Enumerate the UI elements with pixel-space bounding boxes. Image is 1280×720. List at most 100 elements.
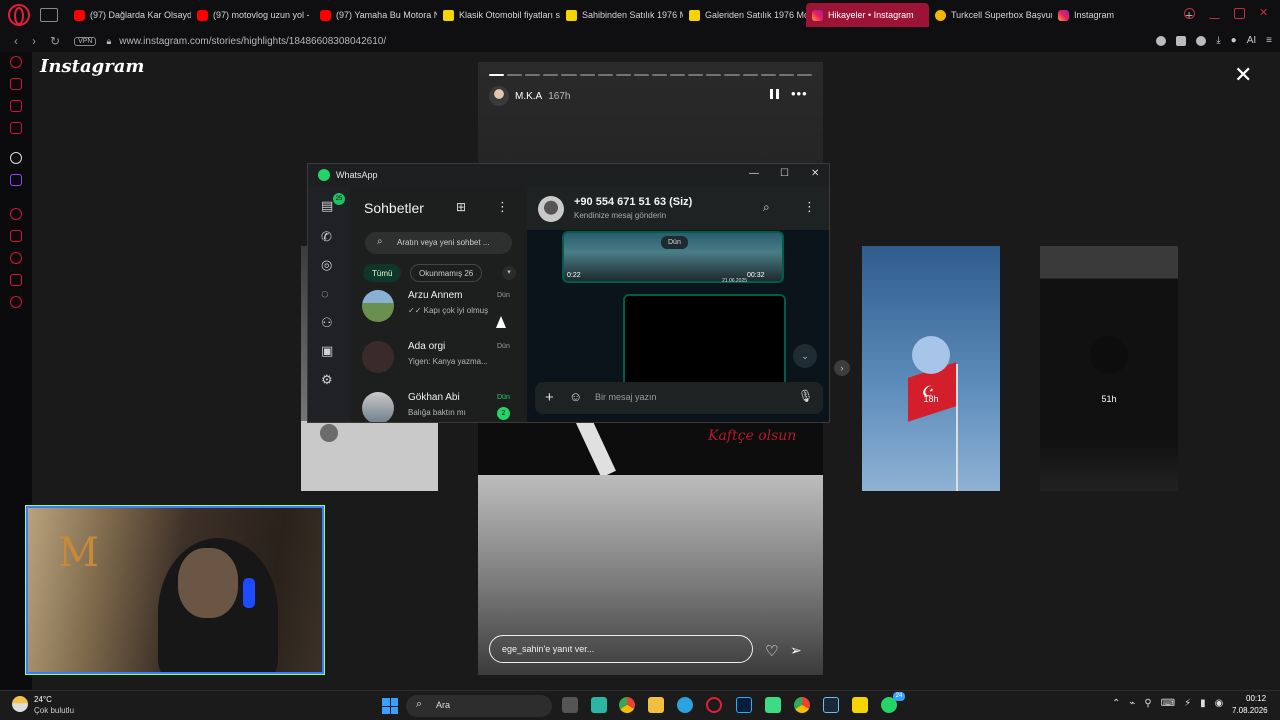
story-user[interactable]: M.K.A 167h: [489, 86, 570, 106]
more-options-icon[interactable]: •••: [791, 86, 808, 101]
calls-icon[interactable]: ✆: [321, 229, 332, 245]
maximize-icon[interactable]: [1234, 8, 1245, 19]
opera-logo-icon[interactable]: [8, 4, 30, 26]
chrome-profile-icon[interactable]: [794, 697, 810, 713]
close-window-icon[interactable]: ✕: [1259, 8, 1270, 19]
chat-search-input[interactable]: ⌕ Aratın veya yeni sohbet ...: [365, 232, 512, 254]
bookmarks-icon[interactable]: [10, 230, 22, 242]
communities-icon[interactable]: ⚇: [321, 315, 333, 331]
like-heart-icon[interactable]: ♡: [765, 642, 778, 660]
filter-dropdown-icon[interactable]: ▾: [502, 266, 516, 280]
file-explorer-icon[interactable]: [648, 697, 664, 713]
close-button[interactable]: ✕: [811, 168, 819, 179]
browser-tab[interactable]: Instagram: [1052, 3, 1175, 27]
forward-icon[interactable]: ›: [32, 34, 36, 48]
history-icon[interactable]: [10, 208, 22, 220]
vpn-globe-icon[interactable]: [1156, 35, 1167, 46]
browser-tab[interactable]: Turkcell Superbox Başvur: [929, 3, 1052, 27]
minimize-icon[interactable]: [1209, 8, 1220, 19]
attach-plus-icon[interactable]: +: [545, 389, 554, 406]
browser-tab[interactable]: Sahibinden Satılık 1976 M: [560, 3, 683, 27]
android-app-icon[interactable]: [765, 697, 781, 713]
settings-icon[interactable]: [10, 296, 22, 308]
profile-avatar[interactable]: [320, 424, 338, 442]
contact-avatar[interactable]: [538, 196, 564, 222]
story-preview-dark[interactable]: 51h: [1040, 246, 1178, 491]
chats-menu-icon[interactable]: ⋮: [496, 199, 509, 215]
next-story-arrow[interactable]: ›: [834, 360, 850, 376]
back-icon[interactable]: ‹: [14, 34, 18, 48]
url-field[interactable]: www.instagram.com/stories/highlights/184…: [119, 36, 386, 47]
steam-icon[interactable]: [823, 697, 839, 713]
search-tabs-icon[interactable]: [1184, 8, 1195, 19]
weather-description[interactable]: Çok bulutlu: [34, 706, 74, 715]
reload-icon[interactable]: ↻: [50, 34, 60, 48]
status-icon[interactable]: ◎: [321, 257, 332, 273]
conversation-header[interactable]: +90 554 671 51 63 (Siz) Kendinize mesaj …: [527, 186, 829, 230]
telegram-icon[interactable]: [677, 697, 693, 713]
photoshop-icon[interactable]: [736, 697, 752, 713]
chat-item[interactable]: Ada orgi Dün Yigen: Kanya yazma...: [362, 341, 522, 389]
close-stories-button[interactable]: ✕: [1234, 62, 1252, 88]
story-reply-input[interactable]: ege_sahin'e yanıt ver...: [489, 635, 753, 663]
media-message[interactable]: [623, 294, 786, 384]
clock-icon[interactable]: [10, 252, 22, 264]
browser-tab[interactable]: (97) Dağlarda Kar Olsaydı: [68, 3, 191, 27]
download-icon[interactable]: ⤓: [1216, 35, 1220, 46]
weather-icon[interactable]: [12, 696, 28, 712]
twitch-icon[interactable]: [10, 174, 22, 186]
send-icon[interactable]: ➢: [790, 642, 802, 659]
sticker-icon[interactable]: ☺: [569, 389, 582, 404]
messenger-icon[interactable]: [10, 100, 22, 112]
extensions-icon[interactable]: [1176, 35, 1187, 46]
account-icon[interactable]: ●: [1231, 35, 1237, 46]
tab-overview-icon[interactable]: [40, 8, 58, 22]
filter-all[interactable]: Tümü: [363, 264, 402, 282]
story-avatar[interactable]: [489, 86, 509, 106]
chat-item[interactable]: Gökhan Abi Dün Balığa baktın mı 2: [362, 392, 522, 422]
music-icon[interactable]: [10, 122, 22, 134]
clock-date[interactable]: 7.08.2026: [1232, 706, 1268, 715]
browser-tab[interactable]: (97) motovlog uzun yol -: [191, 3, 314, 27]
browser-tab[interactable]: (97) Yamaha Bu Motora N: [314, 3, 437, 27]
microphone-icon[interactable]: 🎙︎: [798, 389, 813, 403]
chat-item[interactable]: Arzu Annem Dün ✓✓ Kapı çok iyi olmuş: [362, 290, 522, 338]
conversation-menu-icon[interactable]: ⋮: [803, 199, 816, 215]
taskbar-search[interactable]: ⌕ Ara: [406, 695, 552, 717]
browser-tab[interactable]: Klasik Otomobil fiyatları s: [437, 3, 560, 27]
clock-time[interactable]: 00:12: [1246, 694, 1266, 703]
filter-unread[interactable]: Okunmamış 26: [410, 264, 483, 282]
notes-app-icon[interactable]: [591, 697, 607, 713]
vpn-badge[interactable]: VPN: [74, 36, 97, 46]
opera-icon[interactable]: [706, 697, 722, 713]
sahibinden-app-icon[interactable]: [852, 697, 868, 713]
story-username[interactable]: M.K.A: [515, 91, 542, 102]
contact-name[interactable]: +90 554 671 51 63 (Siz): [574, 196, 692, 208]
lock-icon[interactable]: 🔒︎: [106, 36, 111, 47]
flow-icon[interactable]: [10, 78, 22, 90]
chrome-icon[interactable]: [619, 697, 635, 713]
system-tray[interactable]: ⌃⌁⚲⌨⚡▮◉: [1112, 698, 1232, 709]
chatgpt-icon[interactable]: [10, 152, 22, 164]
media-icon[interactable]: ▣: [321, 343, 333, 359]
instagram-logo[interactable]: Instagram: [40, 56, 144, 77]
ai-button[interactable]: AI: [1247, 35, 1256, 46]
settings-icon[interactable]: ⚙: [321, 372, 333, 388]
new-chat-icon[interactable]: ⊞: [456, 200, 466, 214]
browser-tab[interactable]: Galeriden Satılık 1976 Mo: [683, 3, 806, 27]
pause-icon[interactable]: [770, 89, 779, 99]
browser-tab[interactable]: Hikayeler • Instagram: [806, 3, 929, 27]
start-button[interactable]: [382, 698, 398, 714]
pinboard-icon[interactable]: [10, 274, 22, 286]
wallet-icon[interactable]: [1196, 35, 1207, 46]
minimize-button[interactable]: —: [749, 168, 759, 179]
chats-icon[interactable]: ▤: [321, 198, 333, 214]
aria-icon[interactable]: [10, 56, 22, 68]
maximize-button[interactable]: ☐: [780, 168, 789, 179]
menu-icon[interactable]: ≡: [1266, 35, 1272, 46]
task-view-icon[interactable]: [562, 697, 578, 713]
message-input[interactable]: Bir mesaj yazın: [595, 392, 657, 402]
story-preview-flag[interactable]: 18h: [862, 246, 1000, 491]
channels-icon[interactable]: ◌: [321, 286, 329, 301]
weather-temperature[interactable]: 24°C: [34, 695, 52, 704]
